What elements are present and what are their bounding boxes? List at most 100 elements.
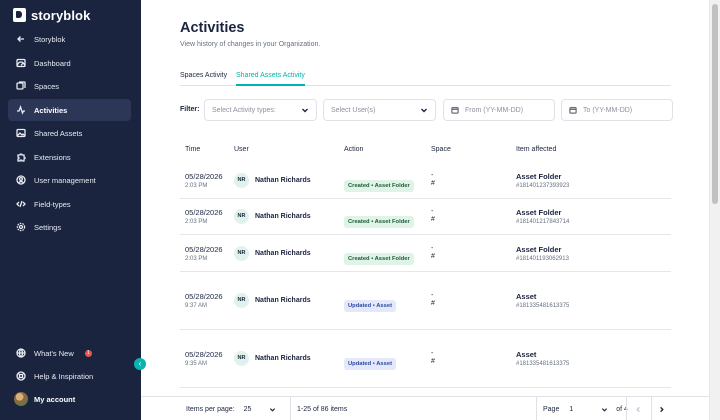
arrow-left-icon xyxy=(16,34,26,44)
user-avatar: NR xyxy=(234,245,249,261)
column-header-user: User xyxy=(234,146,249,153)
sidebar-item-extensions[interactable]: Extensions xyxy=(8,146,131,168)
tab-shared-assets-activity[interactable]: Shared Assets Activity xyxy=(236,72,305,86)
action-badge: Updated • Asset xyxy=(344,358,397,370)
sidebar-item-help[interactable]: Help & Inspiration xyxy=(8,365,131,387)
space-id: # xyxy=(431,300,435,307)
tab-spaces-activity[interactable]: Spaces Activity xyxy=(180,72,227,79)
item-name[interactable]: Asset xyxy=(516,350,569,359)
pager-next xyxy=(654,397,668,420)
calendar-icon xyxy=(569,106,578,115)
logo-text: storyblok xyxy=(31,7,91,23)
scrollbar-thumb[interactable] xyxy=(712,4,718,204)
user-cell: NR Nathan Richards xyxy=(234,351,311,366)
item-name[interactable]: Asset Folder xyxy=(516,208,569,217)
item-affected-cell: Asset Folder #181401237393923 xyxy=(516,172,569,189)
item-name[interactable]: Asset Folder xyxy=(516,245,569,254)
storyblok-logo-icon xyxy=(13,8,26,22)
item-id: #181335481613375 xyxy=(516,303,570,309)
page-select[interactable]: 1 xyxy=(569,406,608,413)
sidebar-item-my-account[interactable]: My account xyxy=(8,388,131,410)
user-circle-icon xyxy=(16,175,26,185)
sidebar-item-spaces[interactable]: Spaces xyxy=(8,75,131,97)
sidebar-item-activities[interactable]: Activities xyxy=(8,99,131,121)
storyblok-logo[interactable]: storyblok xyxy=(13,7,90,23)
user-cell: NR Nathan Richards xyxy=(234,172,311,188)
sidebar-item-label: Help & Inspiration xyxy=(34,371,94,381)
user-name: Nathan Richards xyxy=(255,176,311,184)
sidebar-item-label: Settings xyxy=(34,222,62,232)
sidebar-item-label: User management xyxy=(34,175,96,185)
items-per-page: Items per page: 25 xyxy=(186,397,276,420)
sidebar-item-user-management[interactable]: User management xyxy=(8,169,131,191)
item-affected-cell: Asset #181335481613375 xyxy=(516,292,569,309)
space-name: - xyxy=(431,208,434,215)
action-cell: Updated • Asset xyxy=(344,294,397,312)
avatar xyxy=(14,392,28,406)
date-to-input[interactable]: To (YY-MM-DD) xyxy=(561,99,673,121)
sidebar-item-whats-new[interactable]: What's New 1 xyxy=(8,342,131,364)
sidebar-item-dashboard[interactable]: Dashboard xyxy=(8,52,131,74)
sidebar-item-label: Storyblok xyxy=(34,34,66,44)
table-row[interactable]: 05/28/2026 2:03 PM NR Nathan Richards Create… xyxy=(180,162,671,199)
next-page-button[interactable] xyxy=(654,402,668,416)
activity-date: 05/28/2026 xyxy=(185,292,223,301)
date-from-input[interactable]: From (YY-MM-DD) xyxy=(443,99,555,121)
filter-label: Filter: xyxy=(180,106,200,113)
table-header: Time User Action Space Item affected xyxy=(180,146,671,158)
user-avatar: NR xyxy=(234,351,249,366)
code-icon xyxy=(16,199,26,209)
activity-time: 2:03 PM xyxy=(185,255,208,262)
page-title: Activities xyxy=(180,20,245,36)
collapse-sidebar-button[interactable]: ‹ xyxy=(134,358,146,370)
sidebar-item-label: What's New xyxy=(34,348,74,358)
chevron-down-icon xyxy=(602,407,608,412)
calendar-icon xyxy=(451,106,460,115)
activity-icon xyxy=(16,105,26,115)
space-name: - xyxy=(431,244,434,252)
activity-date: 05/28/2026 xyxy=(185,244,223,254)
sidebar-item-label: Field-types xyxy=(34,199,71,209)
table-row[interactable]: 05/28/2026 2:03 PM NR Nathan Richards Create… xyxy=(180,199,671,235)
table-row[interactable]: 05/28/2026 9:37 AM NR Nathan Richards Update… xyxy=(180,272,671,330)
sidebar-item-settings[interactable]: Settings xyxy=(8,216,131,238)
sidebar-item-label: Extensions xyxy=(34,152,71,162)
activity-date: 05/28/2026 xyxy=(185,171,223,181)
items-per-page-value: 25 xyxy=(243,405,252,413)
time-cell: 05/28/2026 2:03 PM xyxy=(185,172,223,189)
layers-icon xyxy=(16,81,26,91)
item-name[interactable]: Asset xyxy=(516,292,569,301)
item-id: #181401237393923 xyxy=(516,182,570,189)
items-per-page-label: Items per page: xyxy=(186,405,235,413)
sidebar-item-storyblok[interactable]: Storyblok xyxy=(8,28,131,50)
user-name: Nathan Richards xyxy=(255,213,311,220)
page-label: Page xyxy=(543,405,560,413)
users-select[interactable]: Select User(s) xyxy=(323,99,436,121)
space-cell: - # xyxy=(431,292,435,308)
chevron-down-icon xyxy=(301,106,309,114)
chevron-left-icon xyxy=(635,406,640,412)
dashboard-icon xyxy=(16,58,26,68)
sidebar-item-label: Shared Assets xyxy=(34,128,83,138)
divider xyxy=(626,397,627,420)
table-row[interactable]: 05/28/2026 2:03 PM NR Nathan Richards Create… xyxy=(180,235,671,272)
page-scrollbar[interactable] xyxy=(709,0,720,420)
user-name: Nathan Richards xyxy=(255,355,311,362)
page-selector: Page 1 of 4 xyxy=(543,397,628,420)
space-name: - xyxy=(431,292,434,299)
space-id: # xyxy=(431,358,435,365)
sidebar-item-shared-assets[interactable]: Shared Assets xyxy=(8,122,131,144)
prev-page-button[interactable] xyxy=(631,402,645,416)
column-header-item-affected: Item affected xyxy=(516,146,557,153)
lifebuoy-icon xyxy=(16,371,26,381)
activity-types-select[interactable]: Select Activity types: xyxy=(204,99,317,121)
items-per-page-select[interactable]: 25 xyxy=(244,406,277,413)
sidebar-item-field-types[interactable]: Field-types xyxy=(8,193,131,215)
table-row[interactable]: 05/28/2026 9:35 AM NR Nathan Richards Update… xyxy=(180,330,671,388)
action-badge: Updated • Asset xyxy=(344,300,397,312)
chevron-right-icon xyxy=(659,406,664,412)
time-cell: 05/28/2026 2:03 PM xyxy=(185,208,223,225)
item-name[interactable]: Asset Folder xyxy=(516,172,569,181)
action-badge: Created • Asset Folder xyxy=(344,252,414,265)
space-name: - xyxy=(431,350,434,357)
